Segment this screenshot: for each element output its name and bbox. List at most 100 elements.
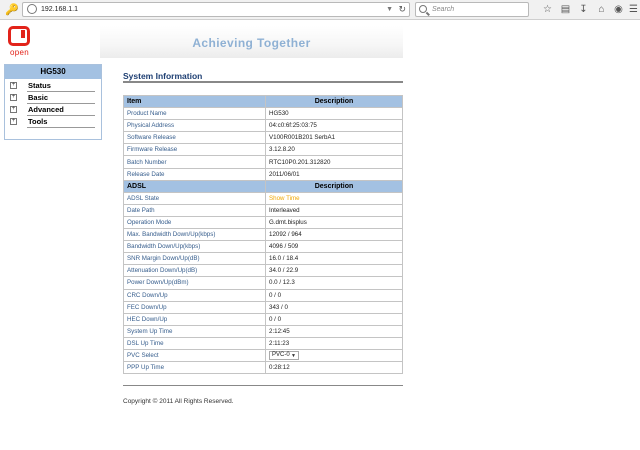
globe-icon	[27, 4, 37, 14]
table-header-row: Item Description	[123, 94, 403, 109]
key-icon[interactable]: 🔑	[5, 3, 19, 17]
logo-mark-bar	[21, 30, 25, 38]
row-label: Batch Number	[123, 155, 266, 169]
address-bar[interactable]: 192.168.1.1 ▼ ↻	[22, 2, 410, 17]
row-label: HEC Down/Up	[123, 312, 266, 326]
sidebar-item-tools[interactable]: + Tools	[5, 116, 101, 128]
row-label: PPP Up Time	[123, 361, 266, 375]
row-value: 0 / 0	[265, 312, 403, 326]
brand-logo: open	[8, 26, 34, 57]
row-label: Software Release	[123, 131, 266, 145]
search-input[interactable]: Search	[432, 4, 454, 16]
pvc-select-value[interactable]: PVC-0	[272, 352, 290, 358]
row-value: V100R001B201 SerbA1	[265, 131, 403, 145]
expand-icon[interactable]: +	[10, 82, 17, 89]
row-value: 2:12:45	[265, 324, 403, 338]
column-header-adsl: ADSL	[123, 179, 266, 193]
row-value: RTC10P0.201.312820	[265, 155, 403, 169]
table-row: Date Path Interleaved	[123, 203, 403, 217]
table-row: Software Release V100R001B201 SerbA1	[123, 131, 403, 145]
table-row: Attenuation Down/Up(dB) 34.0 / 22.9	[123, 264, 403, 278]
row-value: Interleaved	[265, 203, 403, 217]
expand-icon[interactable]: +	[10, 118, 17, 125]
table-row: FEC Down/Up 343 / 0	[123, 300, 403, 314]
clipboard-icon[interactable]: ▤	[559, 3, 572, 16]
table-row: PPP Up Time 0:28:12	[123, 361, 403, 375]
sidebar-item-basic[interactable]: + Basic	[5, 92, 101, 104]
table-row: Power Down/Up(dBm) 0.0 / 12.3	[123, 276, 403, 290]
row-value: HG530	[265, 107, 403, 121]
table-row: HEC Down/Up 0 / 0	[123, 312, 403, 326]
row-label: System Up Time	[123, 324, 266, 338]
row-value: 0.0 / 12.3	[265, 276, 403, 290]
expand-icon[interactable]: +	[10, 94, 17, 101]
divider	[27, 127, 95, 128]
row-value: 3.12.8.20	[265, 143, 403, 157]
row-value: 12092 / 964	[265, 228, 403, 242]
row-label: Product Name	[123, 107, 266, 121]
row-label: Date Path	[123, 203, 266, 217]
sidebar-item-advanced[interactable]: + Advanced	[5, 104, 101, 116]
star-icon[interactable]: ☆	[541, 3, 554, 16]
row-label: Bandwidth Down/Up(kbps)	[123, 240, 266, 254]
row-label: Power Down/Up(dBm)	[123, 276, 266, 290]
row-label: Max. Bandwidth Down/Up(kbps)	[123, 228, 266, 242]
row-label: SNR Margin Down/Up(dB)	[123, 252, 266, 266]
menu-icon[interactable]: ☰	[627, 3, 640, 16]
table-row: DSL Up Time 2:11:23	[123, 336, 403, 350]
row-label: PVC Select	[123, 348, 266, 363]
search-icon	[419, 5, 427, 13]
table-row: Batch Number RTC10P0.201.312820	[123, 155, 403, 169]
download-icon[interactable]: ↧	[577, 3, 590, 16]
divider	[123, 81, 403, 83]
table-row: Physical Address 04:c0:6f:25:03:75	[123, 119, 403, 133]
url-text: 192.168.1.1	[41, 6, 78, 13]
table-row: Operation Mode G.dmt.bisplus	[123, 215, 403, 230]
column-header-description: Description	[265, 179, 403, 193]
row-value: 4096 / 509	[265, 240, 403, 254]
chevron-down-icon[interactable]: ▼	[386, 4, 393, 16]
row-label: DSL Up Time	[123, 336, 266, 350]
table-row: SNR Margin Down/Up(dB) 16.0 / 18.4	[123, 252, 403, 266]
page-title: System Information	[123, 71, 203, 81]
column-header-description: Description	[265, 94, 403, 109]
pvc-select[interactable]: PVC-0 ▼	[269, 350, 299, 360]
row-value: 343 / 0	[265, 300, 403, 314]
chat-icon[interactable]: ◉	[612, 3, 625, 16]
pvc-select-cell: PVC-0 ▼	[265, 348, 403, 363]
menu-title: HG530	[5, 65, 101, 79]
table-row: PVC Select PVC-0 ▼	[123, 348, 403, 363]
logo-mark	[8, 26, 30, 46]
table-row: Firmware Release 3.12.8.20	[123, 143, 403, 157]
expand-icon[interactable]: +	[10, 106, 17, 113]
row-label: ADSL State	[123, 191, 266, 205]
row-label: Firmware Release	[123, 143, 266, 157]
chevron-down-icon[interactable]: ▼	[291, 352, 296, 360]
table-row: System Up Time 2:12:45	[123, 324, 403, 338]
row-label: Physical Address	[123, 119, 266, 133]
search-bar[interactable]: Search	[415, 2, 529, 17]
row-value: G.dmt.bisplus	[265, 215, 403, 230]
reload-icon[interactable]: ↻	[398, 3, 406, 16]
row-value: 2011/06/01	[265, 167, 403, 181]
table-row: Bandwidth Down/Up(kbps) 4096 / 509	[123, 240, 403, 254]
row-label: Release Date	[123, 167, 266, 181]
table-row: ADSL State Show Time	[123, 191, 403, 205]
table-row: CRC Down/Up 0 / 0	[123, 288, 403, 302]
adsl-header-row: ADSL Description	[123, 179, 403, 193]
row-label: FEC Down/Up	[123, 300, 266, 314]
adsl-state-value: Show Time	[265, 191, 403, 205]
home-icon[interactable]: ⌂	[595, 3, 608, 16]
row-label: Operation Mode	[123, 215, 266, 230]
header-banner: Achieving Together	[100, 26, 403, 58]
divider	[123, 385, 403, 386]
slogan: Achieving Together	[192, 36, 311, 50]
row-label: Attenuation Down/Up(dB)	[123, 264, 266, 278]
table-row: Max. Bandwidth Down/Up(kbps) 12092 / 964	[123, 228, 403, 242]
sidebar-item-status[interactable]: + Status	[5, 80, 101, 92]
column-header-item: Item	[123, 94, 266, 109]
system-info-table: Item Description Product Name HG530 Phys…	[123, 94, 403, 375]
row-value: 2:11:23	[265, 336, 403, 350]
row-value: 04:c0:6f:25:03:75	[265, 119, 403, 133]
logo-text: open	[10, 48, 29, 57]
